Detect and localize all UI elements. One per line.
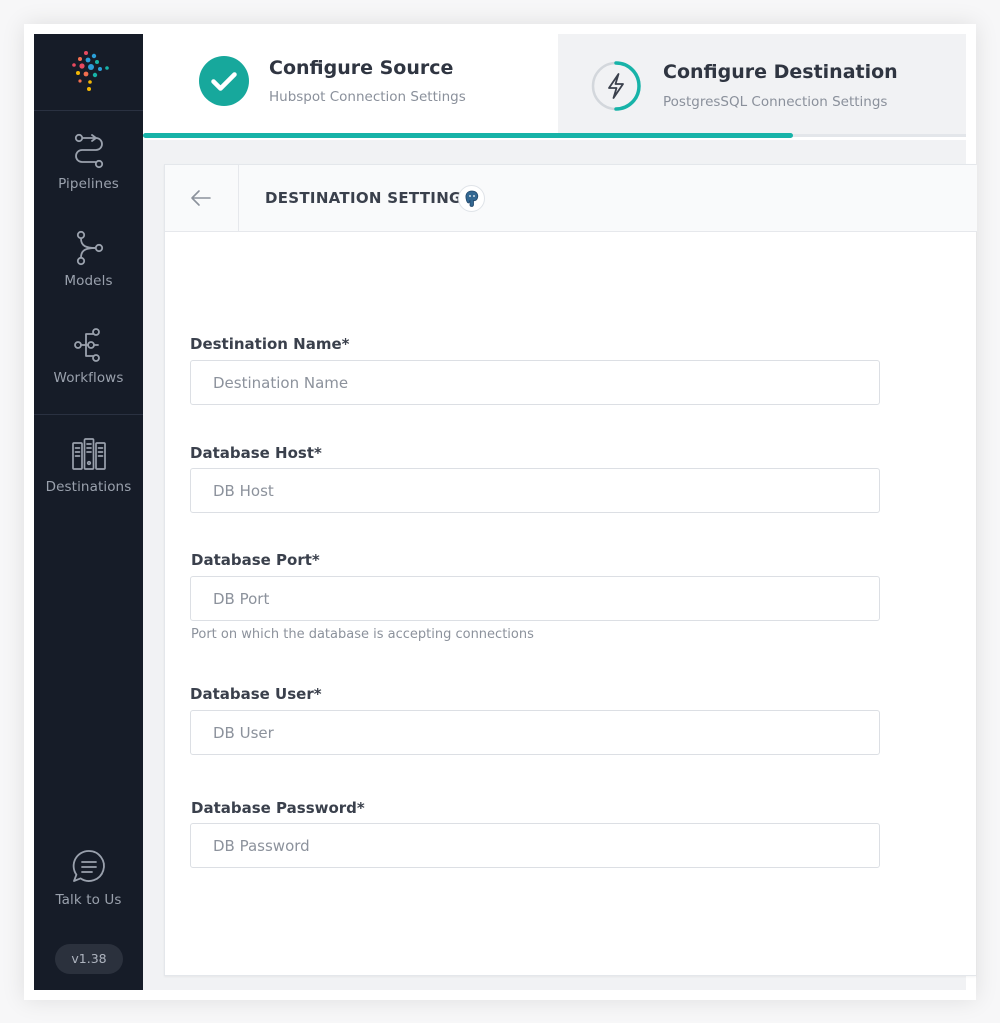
step-configure-destination[interactable]: Configure Destination PostgresSQL Connec… — [558, 34, 966, 134]
version-badge: v1.38 — [55, 944, 123, 974]
database-port-help: Port on which the database is accepting … — [191, 627, 534, 642]
destinations-icon — [71, 438, 106, 470]
sidebar-item-workflows[interactable]: Workflows — [34, 326, 143, 386]
arrow-left-icon — [191, 190, 211, 206]
step-title: Configure Source — [269, 57, 454, 79]
logo-area — [34, 34, 143, 111]
step-subtitle: Hubspot Connection Settings — [269, 89, 466, 105]
step-configure-source[interactable]: Configure Source Hubspot Connection Sett… — [143, 34, 558, 134]
database-user-input[interactable] — [190, 710, 880, 755]
database-host-input[interactable] — [190, 468, 880, 513]
workflows-icon — [73, 328, 100, 362]
sidebar-item-label: Destinations — [45, 479, 132, 495]
database-port-input[interactable] — [190, 576, 880, 621]
talk-to-us-label: Talk to Us — [55, 892, 122, 908]
chat-bubble-icon — [72, 850, 105, 882]
pipelines-icon — [74, 133, 103, 169]
destination-name-input[interactable] — [190, 360, 880, 405]
step-subtitle: PostgresSQL Connection Settings — [663, 94, 888, 110]
sidebar-item-pipelines[interactable]: Pipelines — [34, 132, 143, 192]
back-button[interactable] — [165, 165, 239, 231]
database-port-label: Database Port* — [191, 551, 320, 569]
sidebar-item-destinations[interactable]: Destinations — [34, 437, 143, 495]
step-title: Configure Destination — [663, 61, 898, 83]
destination-name-label: Destination Name* — [190, 335, 350, 353]
sidebar-item-label: Pipelines — [58, 176, 119, 192]
database-password-input[interactable] — [190, 823, 880, 868]
database-host-label: Database Host* — [190, 444, 322, 462]
card-header: DESTINATION SETTINGS — [165, 165, 977, 232]
progress-bar-fill — [143, 133, 794, 138]
lightning-ring-icon — [591, 61, 641, 111]
database-user-label: Database User* — [190, 685, 322, 703]
sidebar-item-label: Workflows — [53, 370, 124, 386]
models-icon — [76, 230, 103, 266]
sidebar-divider — [34, 414, 143, 415]
steps-header: Configure Source Hubspot Connection Sett… — [143, 34, 966, 140]
talk-to-us-button[interactable]: Talk to Us — [34, 848, 143, 908]
sidebar: Pipelines Models Workflows Destinations … — [34, 34, 143, 990]
app-logo[interactable] — [64, 47, 112, 95]
sidebar-item-label: Models — [64, 273, 113, 289]
postgresql-icon — [458, 185, 485, 212]
card-title: DESTINATION SETTINGS — [265, 189, 473, 207]
progress-bar — [143, 133, 966, 138]
check-circle-icon — [199, 56, 249, 106]
database-password-label: Database Password* — [191, 799, 365, 817]
sidebar-item-models[interactable]: Models — [34, 229, 143, 289]
